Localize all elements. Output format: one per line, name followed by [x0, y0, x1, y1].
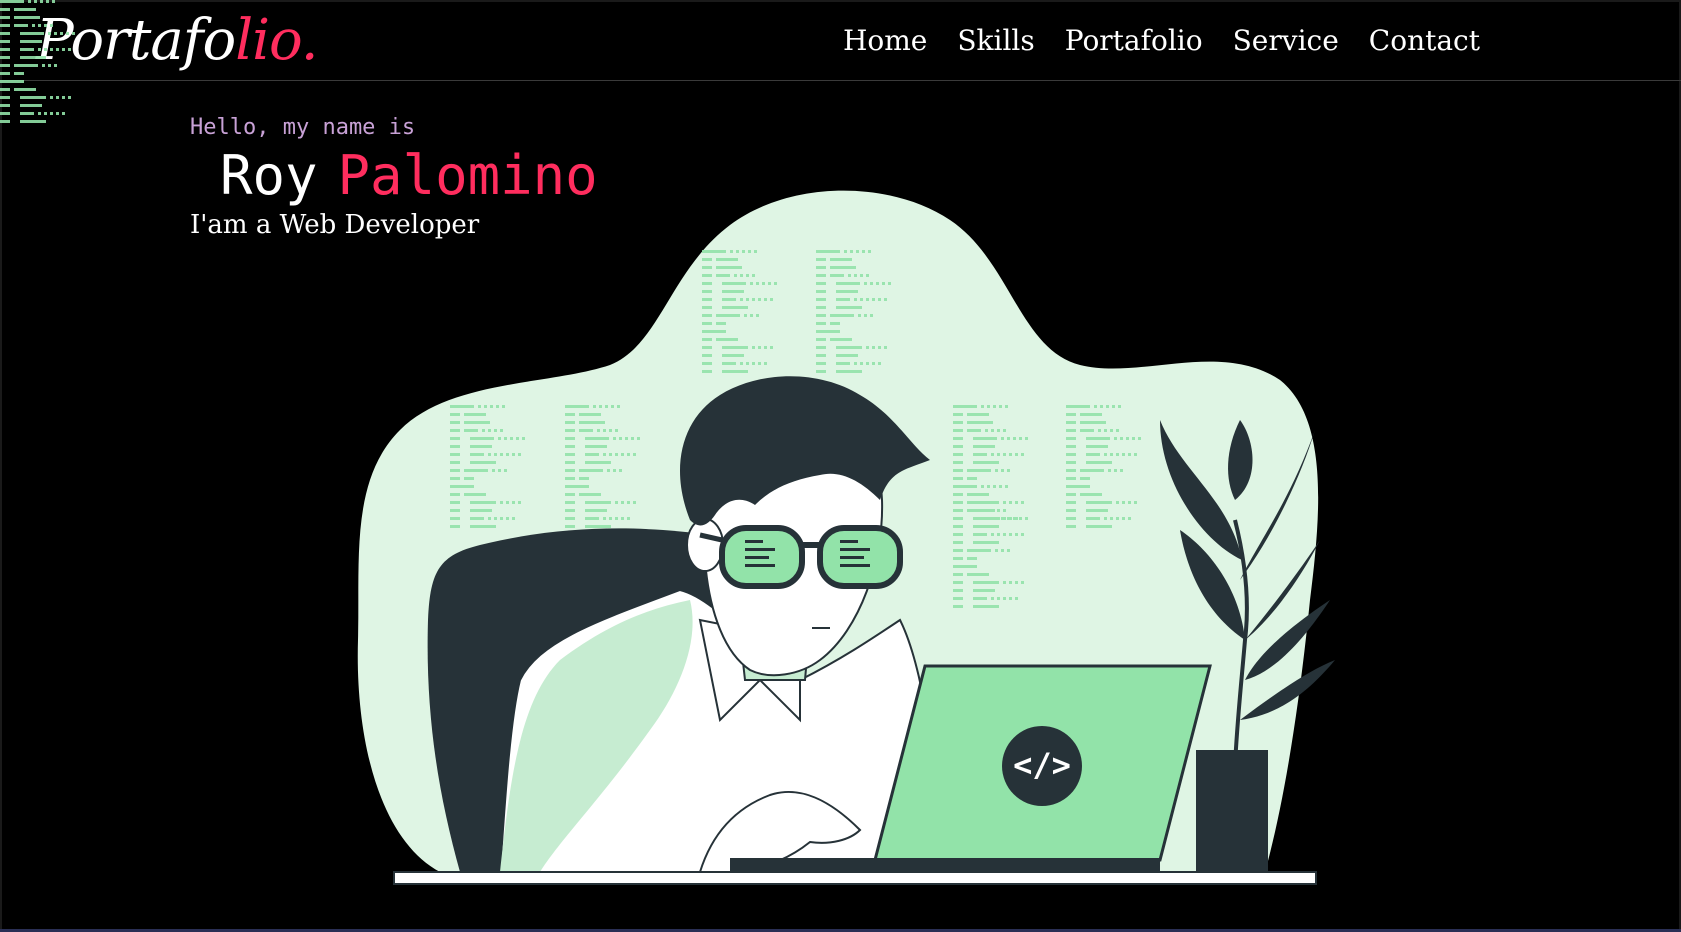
nav-portafolio[interactable]: Portafolio — [1065, 20, 1203, 62]
hair — [680, 376, 930, 526]
nav-home[interactable]: Home — [843, 20, 927, 62]
plant-pot — [1196, 750, 1268, 872]
nav-skills[interactable]: Skills — [957, 20, 1034, 62]
desk — [393, 871, 1317, 885]
first-name: Roy — [220, 144, 318, 207]
shirt-shadow — [500, 600, 693, 872]
laptop-base — [730, 858, 1160, 872]
hand — [698, 790, 862, 873]
collar — [698, 618, 801, 723]
greeting-text: Hello, my name is — [190, 115, 416, 140]
nav-service[interactable]: Service — [1233, 20, 1339, 62]
last-name: Palomino — [337, 144, 598, 207]
chair — [427, 528, 716, 872]
hero-intro: Hello, my name is Roy Palomino I'am a Web… — [190, 114, 598, 242]
role-text: I'am a Web Developer — [190, 210, 480, 240]
head — [703, 398, 884, 677]
nav-contact[interactable]: Contact — [1369, 20, 1480, 62]
logo-text-accent: lio. — [235, 8, 318, 73]
hero-name: Roy Palomino — [220, 144, 598, 208]
site-logo[interactable]: Portafolio. — [36, 6, 319, 96]
blob-background — [357, 190, 1319, 872]
main-nav: Home Skills Portafolio Service Contact — [843, 20, 1480, 62]
plant — [1160, 420, 1335, 871]
code-symbol: </> — [1013, 746, 1071, 784]
site-header: Portafolio. Home Skills Portafolio Servi… — [0, 0, 1681, 81]
neck — [733, 588, 814, 681]
glasses — [699, 525, 903, 589]
shirt — [498, 588, 947, 873]
ear — [686, 518, 724, 572]
logo-text-white: Portafo — [36, 8, 236, 73]
